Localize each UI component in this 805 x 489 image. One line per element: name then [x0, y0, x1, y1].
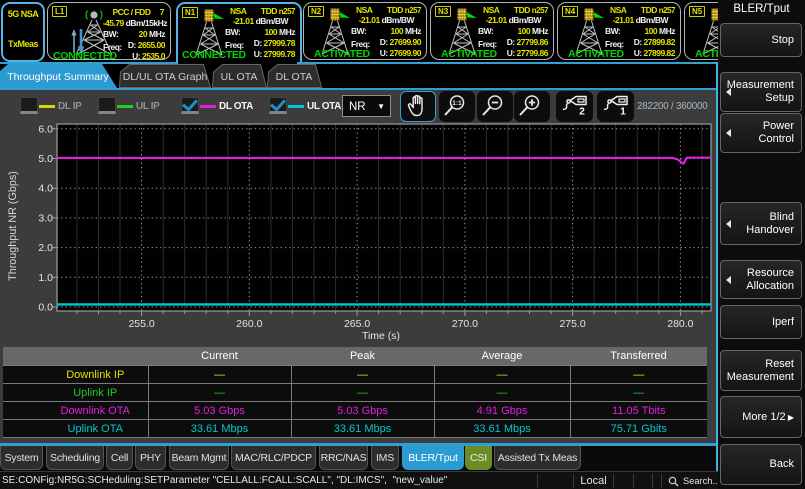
svg-text:3.0: 3.0: [38, 212, 53, 224]
svg-text:2: 2: [579, 107, 585, 118]
svg-text:DL OTA: DL OTA: [276, 71, 313, 83]
svg-text:6.0: 6.0: [38, 123, 53, 135]
svg-text:275.0: 275.0: [559, 318, 585, 330]
svg-text:2.0: 2.0: [38, 242, 53, 254]
svg-text:5.0: 5.0: [38, 153, 53, 165]
svg-text:260.0: 260.0: [236, 318, 262, 330]
svg-text:0.0: 0.0: [38, 302, 53, 314]
svg-text:1: 1: [620, 107, 626, 118]
svg-text:265.0: 265.0: [344, 318, 370, 330]
svg-text:DL/UL OTA Graph: DL/UL OTA Graph: [123, 71, 208, 83]
svg-text:255.0: 255.0: [128, 318, 154, 330]
svg-text:Throughput NR (Gbps): Throughput NR (Gbps): [7, 171, 19, 281]
svg-text:270.0: 270.0: [452, 318, 478, 330]
svg-text:280.0: 280.0: [667, 318, 693, 330]
svg-text:1:1: 1:1: [452, 100, 462, 107]
svg-text:Throughput Summary: Throughput Summary: [7, 71, 109, 83]
svg-text:Time (s): Time (s): [362, 330, 400, 342]
svg-text:4.0: 4.0: [38, 183, 53, 195]
svg-text:UL OTA: UL OTA: [221, 71, 258, 83]
svg-text:1.0: 1.0: [38, 272, 53, 284]
